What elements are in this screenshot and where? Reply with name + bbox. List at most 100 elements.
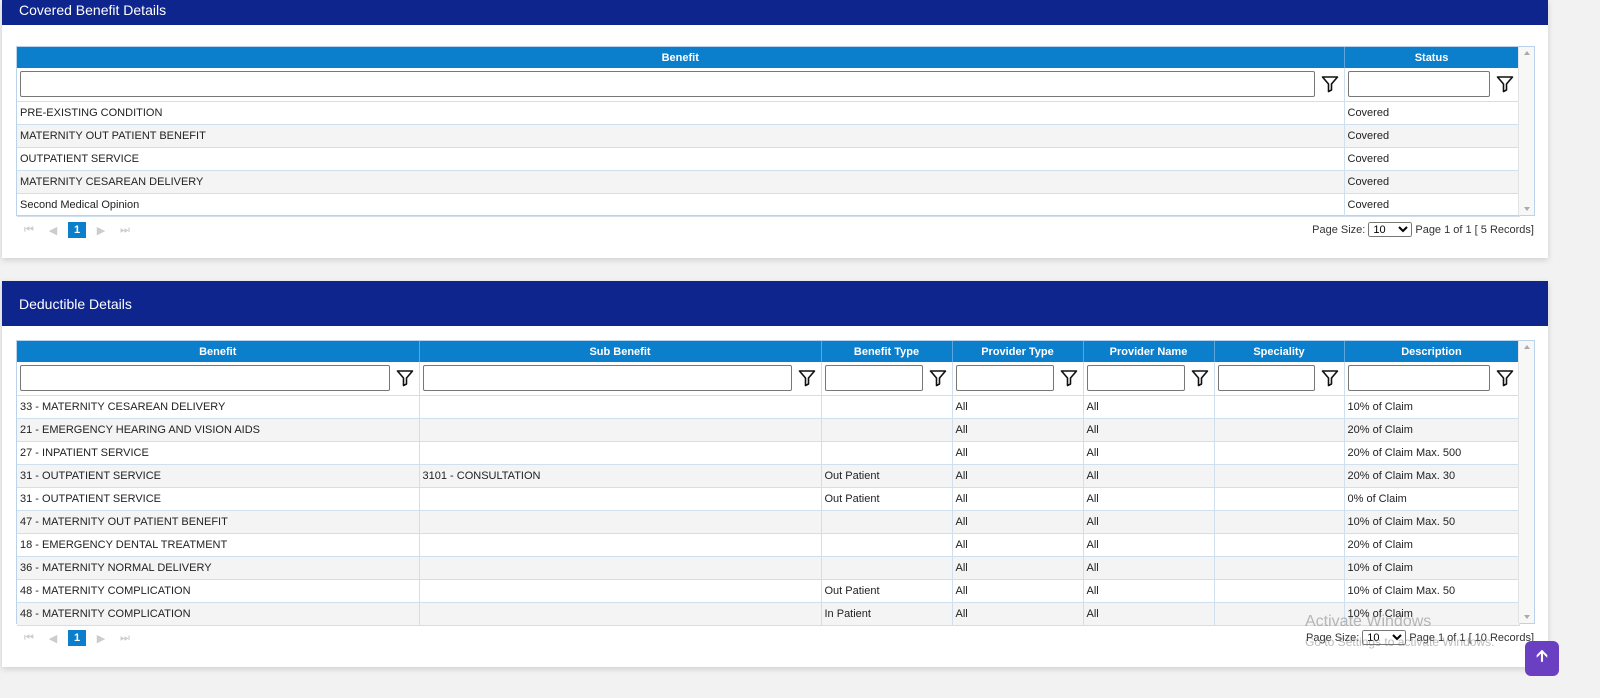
table-row[interactable]: 36 - MATERNITY NORMAL DELIVERY All All 10% …	[17, 556, 1520, 580]
page-size-label: Page Size:	[1306, 631, 1360, 644]
page-size-select[interactable]: 10	[1368, 222, 1413, 237]
filter-icon[interactable]	[1319, 367, 1341, 389]
page-info: Page Size: 10 Page 1 of 1 [ 5 Records]	[1312, 222, 1534, 237]
table-row[interactable]: 18 - EMERGENCY DENTAL TREATMENT All All 20%…	[17, 533, 1520, 557]
table-cell	[1214, 579, 1345, 603]
table-row[interactable]: 48 - MATERNITY COMPLICATION In Patient All…	[17, 602, 1520, 626]
table-cell: PRE-EXISTING CONDITION	[17, 101, 1345, 125]
table-row[interactable]: 48 - MATERNITY COMPLICATION Out Patient Al…	[17, 579, 1520, 603]
column-filter-input[interactable]	[824, 365, 923, 392]
filter-row	[17, 362, 1520, 396]
deductible-grid: Benefit Sub Benefit Benefit Type Provider T…	[16, 340, 1535, 626]
table-cell: OUTPATIENT SERVICE	[17, 147, 1345, 171]
table-cell	[1214, 556, 1345, 580]
column-header[interactable]: Provider Name	[1083, 341, 1215, 362]
column-filter-input[interactable]	[20, 365, 390, 392]
page-count-text: Page 1 of 1 [ 10 Records]	[1409, 631, 1534, 644]
filter-icon[interactable]	[1058, 367, 1080, 389]
table-cell: MATERNITY OUT PATIENT BENEFIT	[17, 124, 1345, 148]
filter-icon[interactable]	[1189, 367, 1211, 389]
covered-benefit-panel: Covered Benefit Details Benefit Status PRE…	[2, 0, 1548, 258]
table-row[interactable]: 31 - OUTPATIENT SERVICE 3101 - CONSULTATI…	[17, 464, 1520, 488]
table-cell: All	[952, 487, 1084, 511]
column-filter-input[interactable]	[1347, 71, 1490, 98]
table-cell: Out Patient	[821, 464, 953, 488]
table-cell: 3101 - CONSULTATION	[419, 464, 822, 488]
table-row[interactable]: PRE-EXISTING CONDITION Covered	[17, 101, 1520, 125]
column-header[interactable]: Provider Type	[952, 341, 1084, 362]
table-cell	[419, 579, 822, 603]
table-row[interactable]: Second Medical Opinion Covered	[17, 193, 1520, 217]
last-page-icon[interactable]: ⏭	[116, 632, 134, 645]
table-row[interactable]: MATERNITY OUT PATIENT BENEFIT Covered	[17, 124, 1520, 148]
filter-icon[interactable]	[394, 367, 416, 389]
scroll-to-top-button[interactable]: 🡩	[1525, 641, 1559, 676]
table-cell: All	[1083, 464, 1215, 488]
column-header[interactable]: Status	[1344, 47, 1520, 68]
table-cell: 48 - MATERNITY COMPLICATION	[17, 579, 420, 603]
table-row[interactable]: 31 - OUTPATIENT SERVICE Out Patient All All…	[17, 487, 1520, 511]
table-row[interactable]: 21 - EMERGENCY HEARING AND VISION AIDS Al…	[17, 418, 1520, 442]
table-cell	[419, 395, 822, 419]
column-header[interactable]: Description	[1344, 341, 1520, 362]
table-cell	[419, 510, 822, 534]
filter-icon[interactable]	[1494, 367, 1516, 389]
table-cell	[821, 395, 953, 419]
prev-page-icon[interactable]: ◀	[44, 632, 62, 645]
table-cell: 36 - MATERNITY NORMAL DELIVERY	[17, 556, 420, 580]
deductible-panel: Deductible Details Benefit Sub Benefit Ben…	[2, 281, 1548, 667]
first-page-icon[interactable]: ⏮	[20, 224, 38, 237]
filter-icon[interactable]	[927, 367, 949, 389]
column-header[interactable]: Sub Benefit	[419, 341, 822, 362]
next-page-icon[interactable]: ▶	[92, 632, 110, 645]
table-row[interactable]: 27 - INPATIENT SERVICE All All 20% of Claim…	[17, 441, 1520, 465]
first-page-icon[interactable]: ⏮	[20, 632, 38, 645]
current-page-button[interactable]: 1	[68, 630, 86, 646]
table-row[interactable]: MATERNITY CESAREAN DELIVERY Covered	[17, 170, 1520, 194]
table-cell	[821, 510, 953, 534]
filter-icon[interactable]	[1319, 73, 1341, 95]
current-page-button[interactable]: 1	[68, 222, 86, 238]
table-cell: 20% of Claim	[1344, 533, 1520, 557]
page-size-select[interactable]: 10	[1362, 630, 1407, 645]
table-cell	[1214, 464, 1345, 488]
table-row[interactable]: 33 - MATERNITY CESAREAN DELIVERY All All 10…	[17, 395, 1520, 419]
last-page-icon[interactable]: ⏭	[116, 224, 134, 237]
column-header[interactable]: Benefit	[17, 341, 420, 362]
column-filter-input[interactable]	[20, 71, 1315, 98]
table-cell: 20% of Claim	[1344, 418, 1520, 442]
table-row[interactable]: 47 - MATERNITY OUT PATIENT BENEFIT All All…	[17, 510, 1520, 534]
filter-icon[interactable]	[1494, 73, 1516, 95]
table-cell	[419, 487, 822, 511]
table-cell	[1214, 395, 1345, 419]
column-filter-input[interactable]	[1217, 365, 1315, 392]
table-cell: All	[952, 579, 1084, 603]
column-filter-input[interactable]	[1347, 365, 1490, 392]
filter-icon[interactable]	[796, 367, 818, 389]
pager: ⏮ ◀ 1 ▶ ⏭	[20, 222, 134, 238]
table-row[interactable]: OUTPATIENT SERVICE Covered	[17, 147, 1520, 171]
column-header[interactable]: Benefit	[17, 47, 1345, 68]
table-cell	[821, 441, 953, 465]
table-cell: Covered	[1344, 147, 1520, 171]
table-cell: All	[952, 556, 1084, 580]
table-cell: 10% of Claim Max. 50	[1344, 579, 1520, 603]
column-filter-input[interactable]	[422, 365, 792, 392]
table-cell: All	[1083, 418, 1215, 442]
table-cell	[1214, 441, 1345, 465]
table-cell: 33 - MATERNITY CESAREAN DELIVERY	[17, 395, 420, 419]
column-filter-input[interactable]	[1086, 365, 1185, 392]
column-header[interactable]: Benefit Type	[821, 341, 953, 362]
scrollbar[interactable]	[1518, 47, 1534, 215]
next-page-icon[interactable]: ▶	[92, 224, 110, 237]
column-header[interactable]: Speciality	[1214, 341, 1345, 362]
table-cell: 10% of Claim	[1344, 602, 1520, 626]
covered-benefit-grid: Benefit Status PRE-EXISTING CONDITION Cover…	[16, 46, 1535, 217]
table-cell: All	[952, 510, 1084, 534]
table-cell	[821, 418, 953, 442]
table-cell	[419, 441, 822, 465]
table-cell: All	[952, 602, 1084, 626]
column-filter-input[interactable]	[955, 365, 1054, 392]
prev-page-icon[interactable]: ◀	[44, 224, 62, 237]
scrollbar[interactable]	[1518, 341, 1534, 623]
